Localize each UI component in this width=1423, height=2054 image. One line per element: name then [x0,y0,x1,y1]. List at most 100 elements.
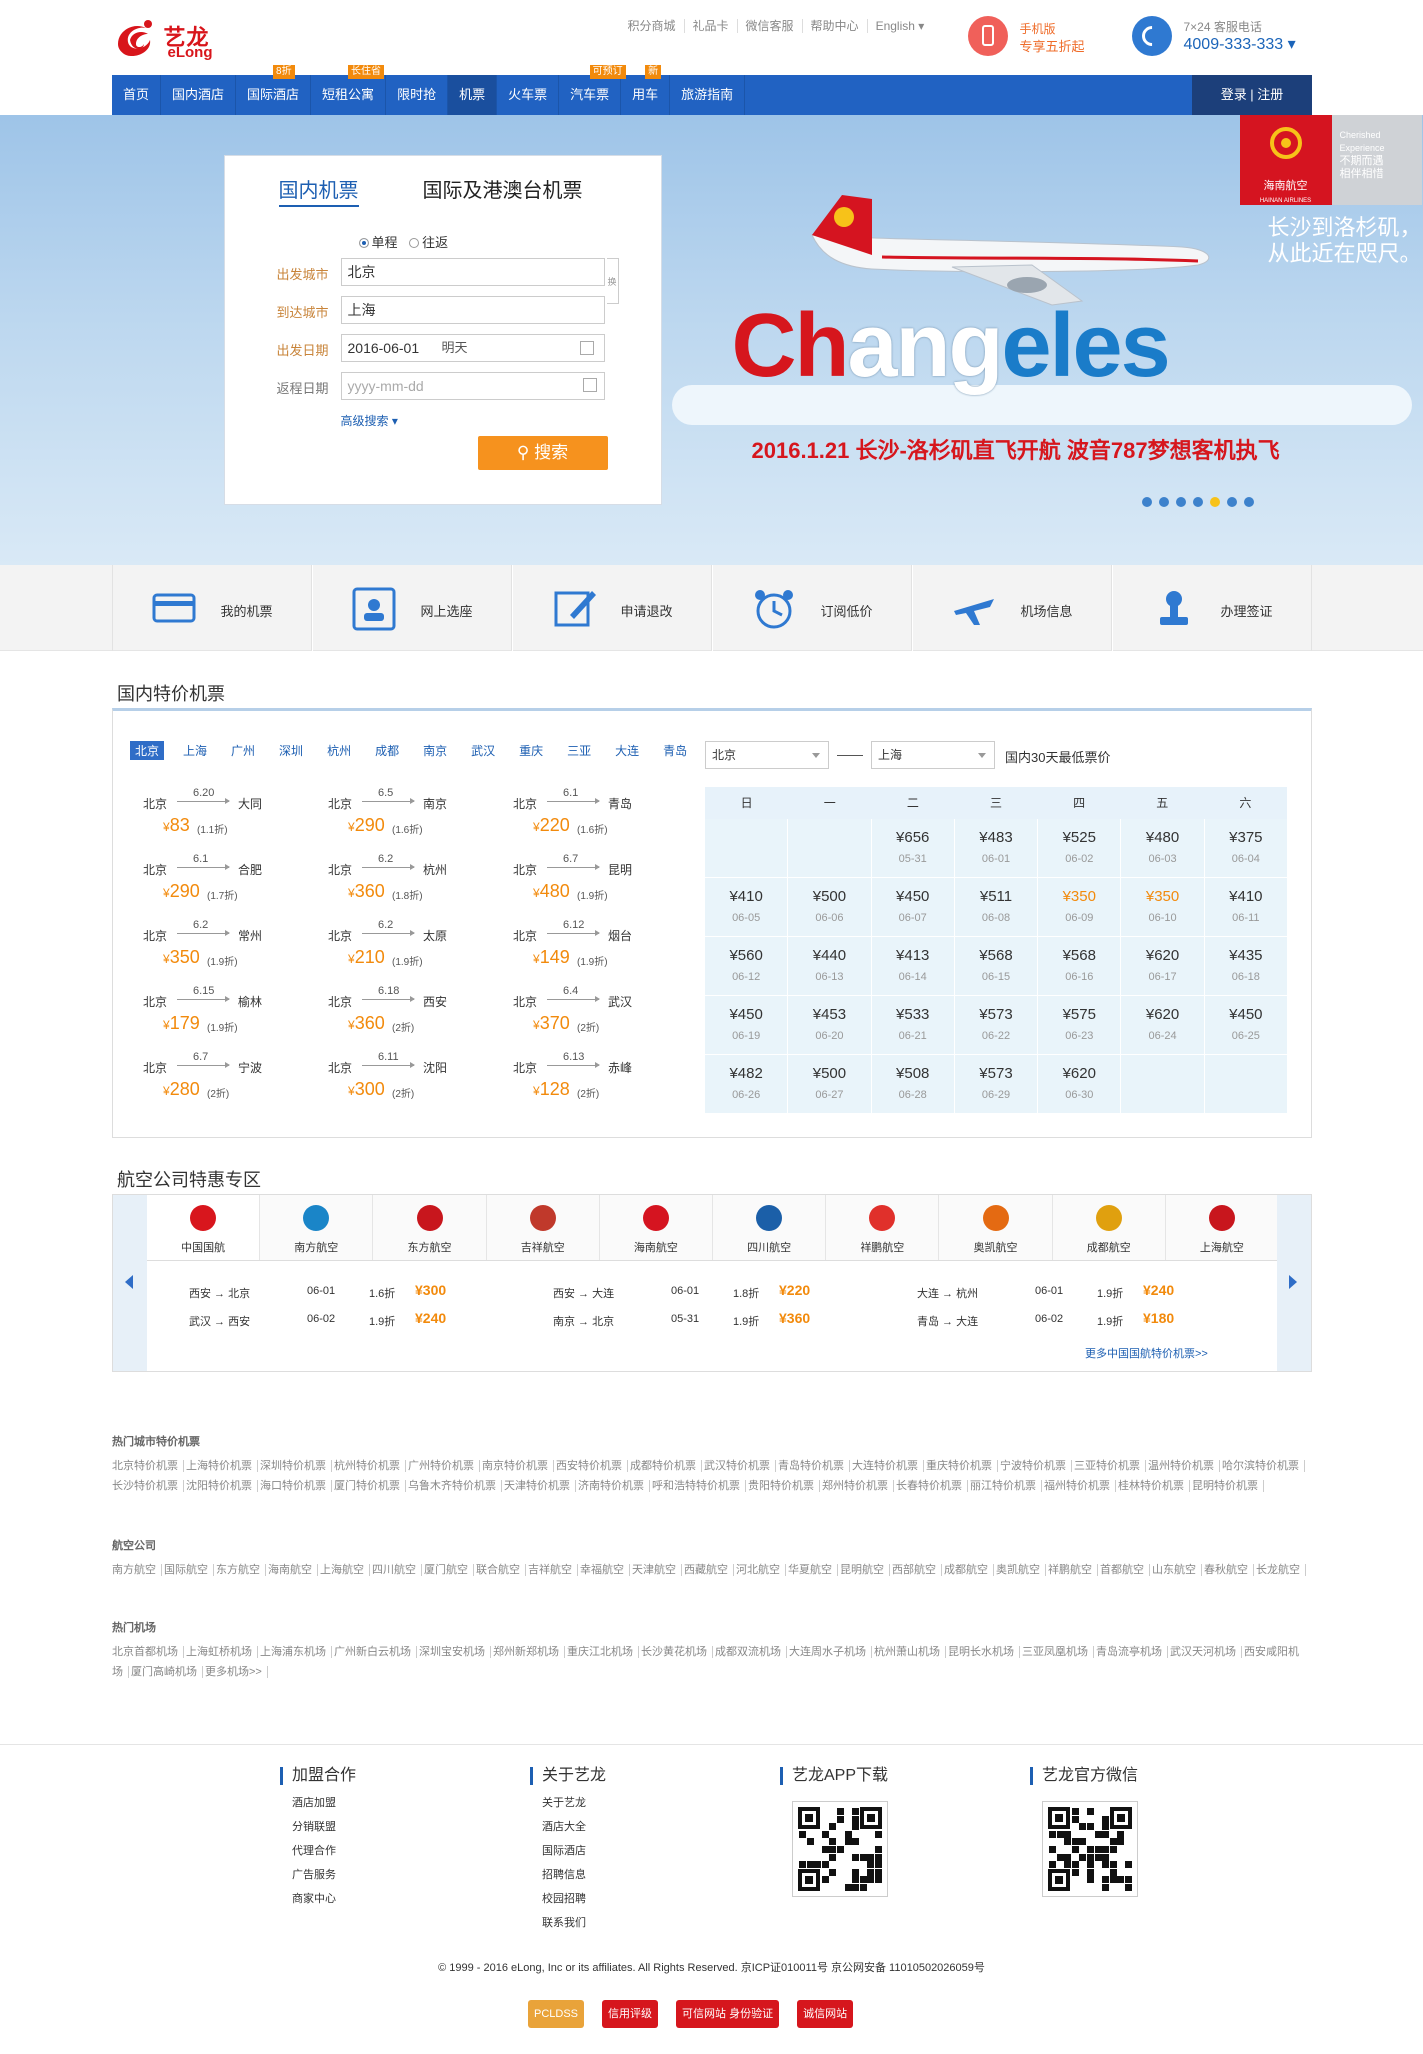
calendar-day[interactable]: ¥620 06-17 [1121,937,1204,995]
calendar-day[interactable]: ¥440 06-13 [788,937,871,995]
city-deal-link[interactable]: 广州特价机票 [408,1460,480,1472]
city-deal-link[interactable]: 呼和浩特特价机票 [652,1480,746,1492]
calendar-day[interactable]: ¥413 06-14 [871,937,954,995]
cert-integrity-site[interactable]: 诚信网站 [797,2000,854,2028]
city-tab-5[interactable]: 成都 [370,741,404,760]
airline-link[interactable]: 上海航空 [320,1564,370,1576]
calendar-day[interactable]: ¥511 06-08 [954,878,1038,936]
city-deal-link[interactable]: 郑州特价机票 [822,1480,894,1492]
airport-link[interactable]: 青岛流亭机场 [1096,1646,1168,1658]
calendar-icon[interactable] [582,378,597,392]
airline-link[interactable]: 吉祥航空 [528,1564,578,1576]
calendar-day[interactable]: ¥620 06-24 [1121,996,1204,1054]
calendar-day[interactable]: ¥573 06-29 [954,1055,1038,1113]
airline-tab-5[interactable]: 四川航空 [713,1195,827,1260]
nav-item-2[interactable]: 国际酒店 8折 [236,65,312,115]
nav-item-7[interactable]: 汽车票 可预订 [559,65,626,115]
city-tab-8[interactable]: 重庆 [514,741,548,760]
city-deal-link[interactable]: 南京特价机票 [482,1460,554,1472]
city-deal-link[interactable]: 济南特价机票 [578,1480,650,1492]
nav-item-4[interactable]: 限时抢 [386,75,449,115]
city-deal-link[interactable]: 成都特价机票 [630,1460,702,1472]
airline-tab-1[interactable]: 南方航空 [260,1195,374,1260]
calendar-day[interactable]: ¥568 06-15 [954,937,1038,995]
login-register-link[interactable]: 登录 | 注册 [1192,75,1312,115]
oneway-radio[interactable] [358,238,369,248]
airline-link[interactable]: 山东航空 [1152,1564,1202,1576]
about-link[interactable]: 关于艺龙 [542,1791,730,1815]
airport-link[interactable]: 广州新白云机场 [334,1646,417,1658]
city-tab-0[interactable]: 北京 [130,741,165,760]
airline-tab-6[interactable]: 祥鹏航空 [826,1195,940,1260]
city-deal-link[interactable]: 长春特价机票 [896,1480,968,1492]
deal-item[interactable]: 北京 6.1 合肥 ¥290 (1.7折) [143,853,273,915]
airport-link[interactable]: 厦门高崎机场 [131,1666,203,1678]
airline-tab-2[interactable]: 东方航空 [373,1195,487,1260]
join-link[interactable]: 分销联盟 [292,1815,480,1839]
deal-item[interactable]: 北京 6.2 太原 ¥210 (1.9折) [328,919,458,981]
from-city-input[interactable]: 北京 [340,258,605,286]
airline-link[interactable]: 长龙航空 [1256,1564,1306,1576]
airline-link[interactable]: 海南航空 [268,1564,318,1576]
calendar-day[interactable]: ¥575 06-23 [1038,996,1121,1054]
search-button[interactable]: ⚲ 搜索 [477,436,608,470]
city-deal-link[interactable]: 天津特价机票 [504,1480,576,1492]
tab-international-flights[interactable]: 国际及港澳台机票 [423,174,583,207]
about-link[interactable]: 联系我们 [542,1911,730,1935]
city-tab-4[interactable]: 杭州 [322,741,356,760]
about-link[interactable]: 国际酒店 [542,1839,730,1863]
airline-link[interactable]: 西部航空 [892,1564,942,1576]
city-deal-link[interactable]: 长沙特价机票 [112,1480,184,1492]
join-link[interactable]: 广告服务 [292,1863,480,1887]
calendar-day[interactable]: ¥350 06-09 [1038,878,1121,936]
nav-item-0[interactable]: 首页 [112,75,162,115]
deal-item[interactable]: 北京 6.15 榆林 ¥179 (1.9折) [143,985,273,1047]
to-city-input[interactable]: 上海 [340,296,605,324]
calendar-day[interactable]: ¥410 06-11 [1204,878,1287,936]
city-deal-link[interactable]: 桂林特价机票 [1118,1480,1190,1492]
calendar-day[interactable]: ¥525 06-02 [1038,819,1121,877]
top-link-gift-card[interactable]: 礼品卡 [683,19,737,33]
calendar-from-select[interactable]: 北京 [705,741,829,769]
calendar-day[interactable]: ¥453 06-20 [788,996,871,1054]
airport-link[interactable]: 大连周水子机场 [789,1646,872,1658]
airport-link[interactable]: 成都双流机场 [715,1646,787,1658]
calendar-day[interactable]: ¥573 06-22 [954,996,1038,1054]
about-link[interactable]: 酒店大全 [542,1815,730,1839]
airline-link[interactable]: 四川航空 [372,1564,422,1576]
airline-link[interactable]: 河北航空 [736,1564,786,1576]
city-deal-link[interactable]: 福州特价机票 [1044,1480,1116,1492]
airline-link[interactable]: 国际航空 [164,1564,214,1576]
city-deal-link[interactable]: 乌鲁木齐特价机票 [408,1480,502,1492]
swap-cities-button[interactable]: 换 [606,258,619,304]
city-deal-link[interactable]: 哈尔滨特价机票 [1222,1460,1305,1472]
city-deal-link[interactable]: 三亚特价机票 [1074,1460,1146,1472]
deal-item[interactable]: 北京 6.4 武汉 ¥370 (2折) [513,985,643,1047]
quick-service-4[interactable]: 机场信息 [911,565,1112,651]
deal-item[interactable]: 北京 6.7 昆明 ¥480 (1.9折) [513,853,643,915]
airline-link[interactable]: 春秋航空 [1204,1564,1254,1576]
airline-tab-8[interactable]: 成都航空 [1052,1195,1166,1260]
airport-link[interactable]: 上海浦东机场 [260,1646,332,1658]
join-link[interactable]: 酒店加盟 [292,1791,480,1815]
airline-tab-4[interactable]: 海南航空 [599,1195,714,1260]
city-deal-link[interactable]: 海口特价机票 [260,1480,332,1492]
mobile-version-link[interactable]: 手机版 专享五折起 [967,14,1108,58]
airline-link[interactable]: 祥鹏航空 [1048,1564,1098,1576]
deal-item[interactable]: 北京 6.1 青岛 ¥220 (1.6折) [513,787,643,849]
calendar-day[interactable]: ¥656 05-31 [871,819,954,877]
app-qr-code[interactable] [792,1801,888,1897]
quick-service-2[interactable]: 申请退改 [511,565,712,651]
slide-dot[interactable] [1192,497,1203,507]
more-airline-deals-link[interactable]: 更多中国国航特价机票>> [1085,1345,1208,1361]
deal-item[interactable]: 北京 6.12 烟台 ¥149 (1.9折) [513,919,643,981]
nav-item-1[interactable]: 国内酒店 [161,75,237,115]
airport-link[interactable]: 长沙黄花机场 [641,1646,713,1658]
city-tab-6[interactable]: 南京 [418,741,452,760]
city-deal-link[interactable]: 重庆特价机票 [926,1460,998,1472]
quick-service-5[interactable]: 办理签证 [1111,565,1312,651]
calendar-day[interactable]: ¥533 06-21 [871,996,954,1054]
airline-link[interactable]: 南方航空 [112,1564,162,1576]
airline-link[interactable]: 西藏航空 [684,1564,734,1576]
calendar-day[interactable]: ¥450 06-19 [705,996,788,1054]
